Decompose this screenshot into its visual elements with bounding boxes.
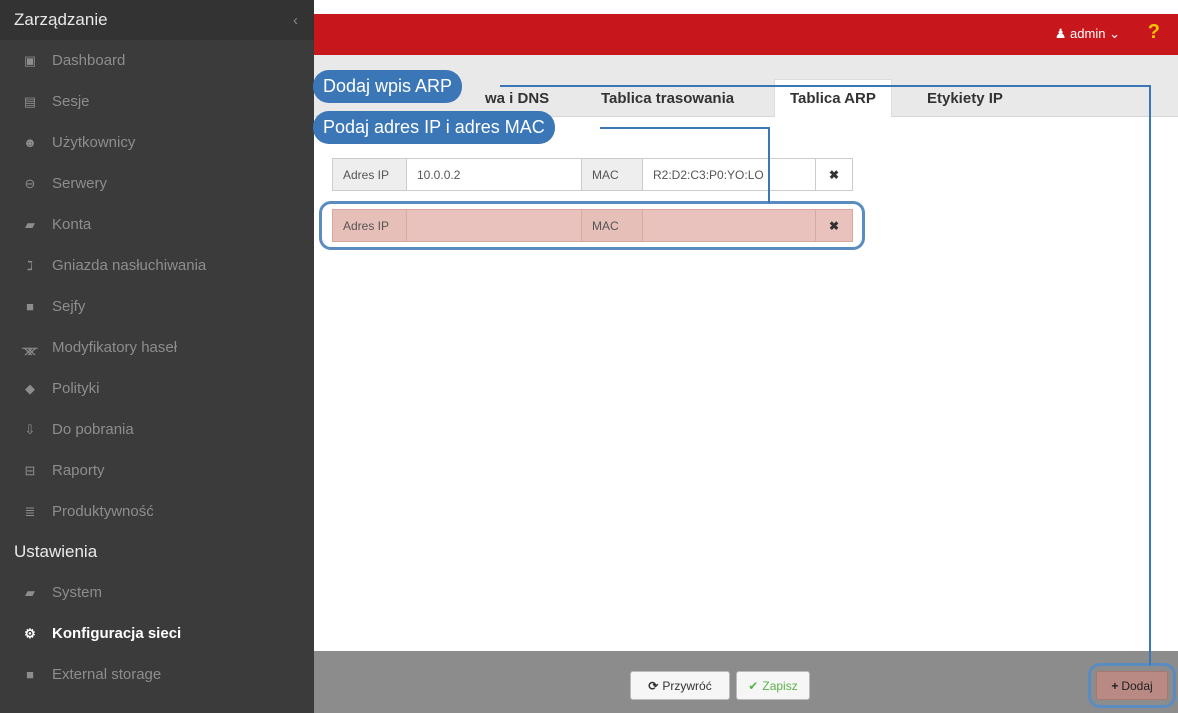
callout-connector [768,127,770,203]
save-button[interactable]: ✔ Zapisz [736,671,810,700]
sidebar-item-label: Konfiguracja sieci [52,625,182,642]
sidebar-item-produktywność[interactable]: ≣ Produktywność [0,491,314,532]
callout-connector [600,127,770,129]
add-label: Dodaj [1121,678,1153,693]
sidebar-item-label: Modyfikatory haseł [52,339,178,356]
print-icon: ⊟ [24,462,36,478]
callout-connector [1149,85,1151,665]
list-icon: ≣ [24,503,36,519]
sidebar-item-label: Produktywność [52,503,154,520]
sidebar-item-gniazda-nasłuchiwania[interactable]: ℷ Gniazda nasłuchiwania [0,245,314,286]
refresh-icon: ⟳ [648,678,659,693]
sidebar-item-dashboard[interactable]: ▣ Dashboard [0,40,314,81]
sidebar-menu: ▣ Dashboard ▤ Sesje ☻ Użytkownicy ⊖ Serwery ▰ Kon… [0,40,314,532]
callout-add-arp-entry: Dodaj wpis ARP [313,70,463,103]
sidebar-settings-menu: ▰ System ⚙ Konfiguracja sieci ■ External stor… [0,572,314,695]
sidebar-item-konta[interactable]: ▰ Konta [0,204,314,245]
sidebar-title: Zarządzanie [14,10,108,29]
sidebar-item-sejfy[interactable]: ■ Sejfy [0,286,314,327]
sidebar-item-polityki[interactable]: ◆ Polityki [0,368,314,409]
chevron-down-icon: ⌄ [1109,26,1120,41]
dashboard-icon: ▣ [23,52,37,68]
check-icon: ✔ [748,678,759,693]
sidebar-item-label: External storage [52,666,162,683]
sidebar-item-label: Użytkownicy [52,134,136,151]
film-icon: ▤ [23,93,37,109]
sidebar-item-label: Raporty [52,462,105,479]
shield-icon: ◆ [25,380,35,396]
sidebar-item-label: Do pobrania [52,421,134,438]
plus-icon: + [1111,678,1119,693]
sidebar-item-serwery[interactable]: ⊖ Serwery [0,163,314,204]
sidebar-item-label: Serwery [52,175,108,192]
add-button[interactable]: + Dodaj [1096,671,1168,700]
sidebar-item-raporty[interactable]: ⊟ Raporty [0,450,314,491]
revert-label: Przywróć [662,678,712,693]
callout-connector [500,85,1151,87]
remove-row-button[interactable]: ✖ [815,209,853,242]
sidebar-item-do-pobrania[interactable]: ⇩ Do pobrania [0,409,314,450]
mac-address-input[interactable] [642,209,816,242]
ip-address-input[interactable] [406,209,582,242]
sidebar-item-label: Gniazda nasłuchiwania [52,257,207,274]
arp-table-panel [314,117,1178,651]
mac-address-label: MAC [581,158,643,191]
help-button[interactable]: ? [1148,21,1160,44]
ip-address-input[interactable]: 10.0.0.2 [406,158,582,191]
rss-icon: ℷ [26,257,34,273]
users-icon: ☻ [23,135,37,150]
save-label: Zapisz [762,678,798,693]
sidebar-item-label: Polityki [52,380,100,397]
safe-icon: ■ [26,299,34,314]
top-bar: ♟ admin ⌄ ? [314,14,1178,55]
sidebar-item-label: System [52,584,103,601]
cogs-icon: ⚙ [24,625,36,641]
user-icon: ♟ [1054,26,1067,41]
arp-row: Adres IP 10.0.0.2 MAC R2:D2:C3:P0:YO:LO … [332,158,853,191]
user-name: admin [1070,26,1106,41]
mac-address-input[interactable]: R2:D2:C3:P0:YO:LO [642,158,816,191]
user-menu[interactable]: ♟ admin ⌄ [1055,26,1120,42]
sidebar-item-sesje[interactable]: ▤ Sesje [0,81,314,122]
ip-address-label: Adres IP [332,158,407,191]
top-spacer [314,0,1178,14]
arp-row-new: Adres IP MAC ✖ [332,209,853,242]
sidebar-section-settings: Ustawienia [0,532,314,572]
revert-button[interactable]: ⟳ Przywróć [630,671,730,700]
sitemap-icon: ᚘ [22,339,38,355]
credit-card-icon: ▰ [25,216,35,232]
sidebar-item-modyfikatory-haseł[interactable]: ᚘ Modyfikatory haseł [0,327,314,368]
sidebar: Zarządzanie ‹ ▣ Dashboard ▤ Sesje ☻ Użytkowni… [0,0,314,713]
sidebar-item-label: Sejfy [52,298,86,315]
server-icon: ⊖ [24,175,36,191]
callout-enter-ip-mac: Podaj adres IP i adres MAC [313,111,555,144]
download-icon: ⇩ [24,421,36,437]
sidebar-item-external-storage[interactable]: ■ External storage [0,654,314,695]
sidebar-item-konfiguracja-sieci[interactable]: ⚙ Konfiguracja sieci [0,613,314,654]
sidebar-item-użytkownicy[interactable]: ☻ Użytkownicy [0,122,314,163]
ip-address-label: Adres IP [332,209,407,242]
remove-row-button[interactable]: ✖ [815,158,853,191]
mac-address-label: MAC [581,209,643,242]
sidebar-item-system[interactable]: ▰ System [0,572,314,613]
folder-open-icon: ▰ [25,584,35,600]
folder-icon: ■ [26,667,34,682]
collapse-sidebar-icon[interactable]: ‹ [293,12,298,29]
sidebar-header: Zarządzanie ‹ [0,0,314,40]
sidebar-item-label: Konta [52,216,92,233]
sidebar-item-label: Dashboard [52,52,126,69]
sidebar-item-label: Sesje [52,93,90,110]
